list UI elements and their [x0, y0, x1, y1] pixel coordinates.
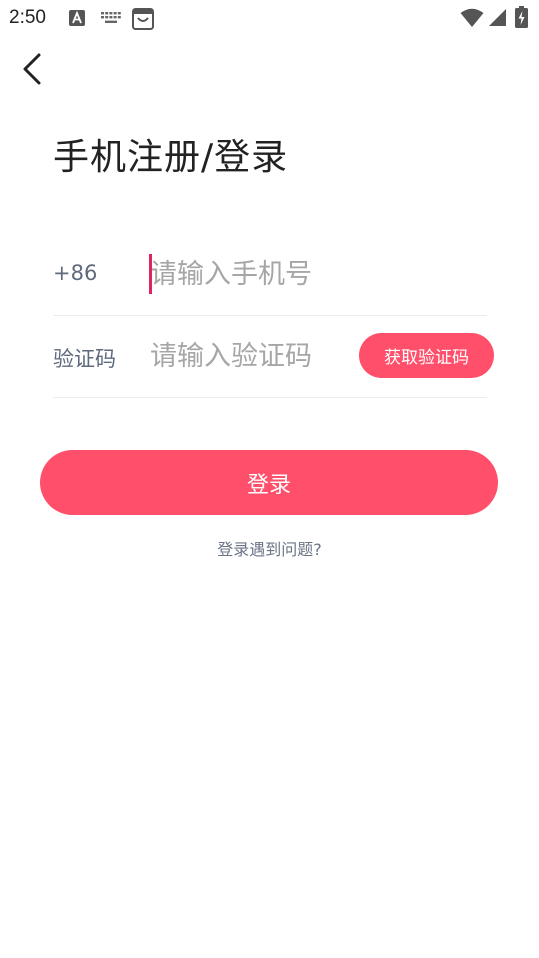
login-help-link[interactable]: 登录遇到问题? — [0, 536, 539, 560]
keyboard-icon — [101, 12, 121, 23]
status-time: 2:50 — [9, 7, 46, 28]
code-label: 验证码 — [53, 347, 116, 371]
country-code[interactable]: +86 — [53, 261, 97, 285]
signal-icon — [489, 9, 506, 26]
page-title: 手机注册/登录 — [53, 137, 289, 178]
login-button[interactable]: 登录 — [40, 450, 498, 515]
shopping-bag-icon — [132, 8, 154, 30]
phone-row: +86 — [53, 233, 487, 316]
code-input[interactable] — [150, 337, 350, 375]
back-button[interactable] — [14, 50, 52, 88]
text-cursor — [149, 254, 152, 294]
chevron-left-icon — [23, 53, 41, 85]
battery-charging-icon — [515, 6, 528, 28]
phone-input[interactable] — [150, 255, 450, 293]
status-bar: 2:50 — [0, 0, 539, 36]
get-code-button[interactable]: 获取验证码 — [359, 333, 494, 378]
app-a-icon — [69, 10, 85, 26]
wifi-icon — [460, 8, 484, 27]
